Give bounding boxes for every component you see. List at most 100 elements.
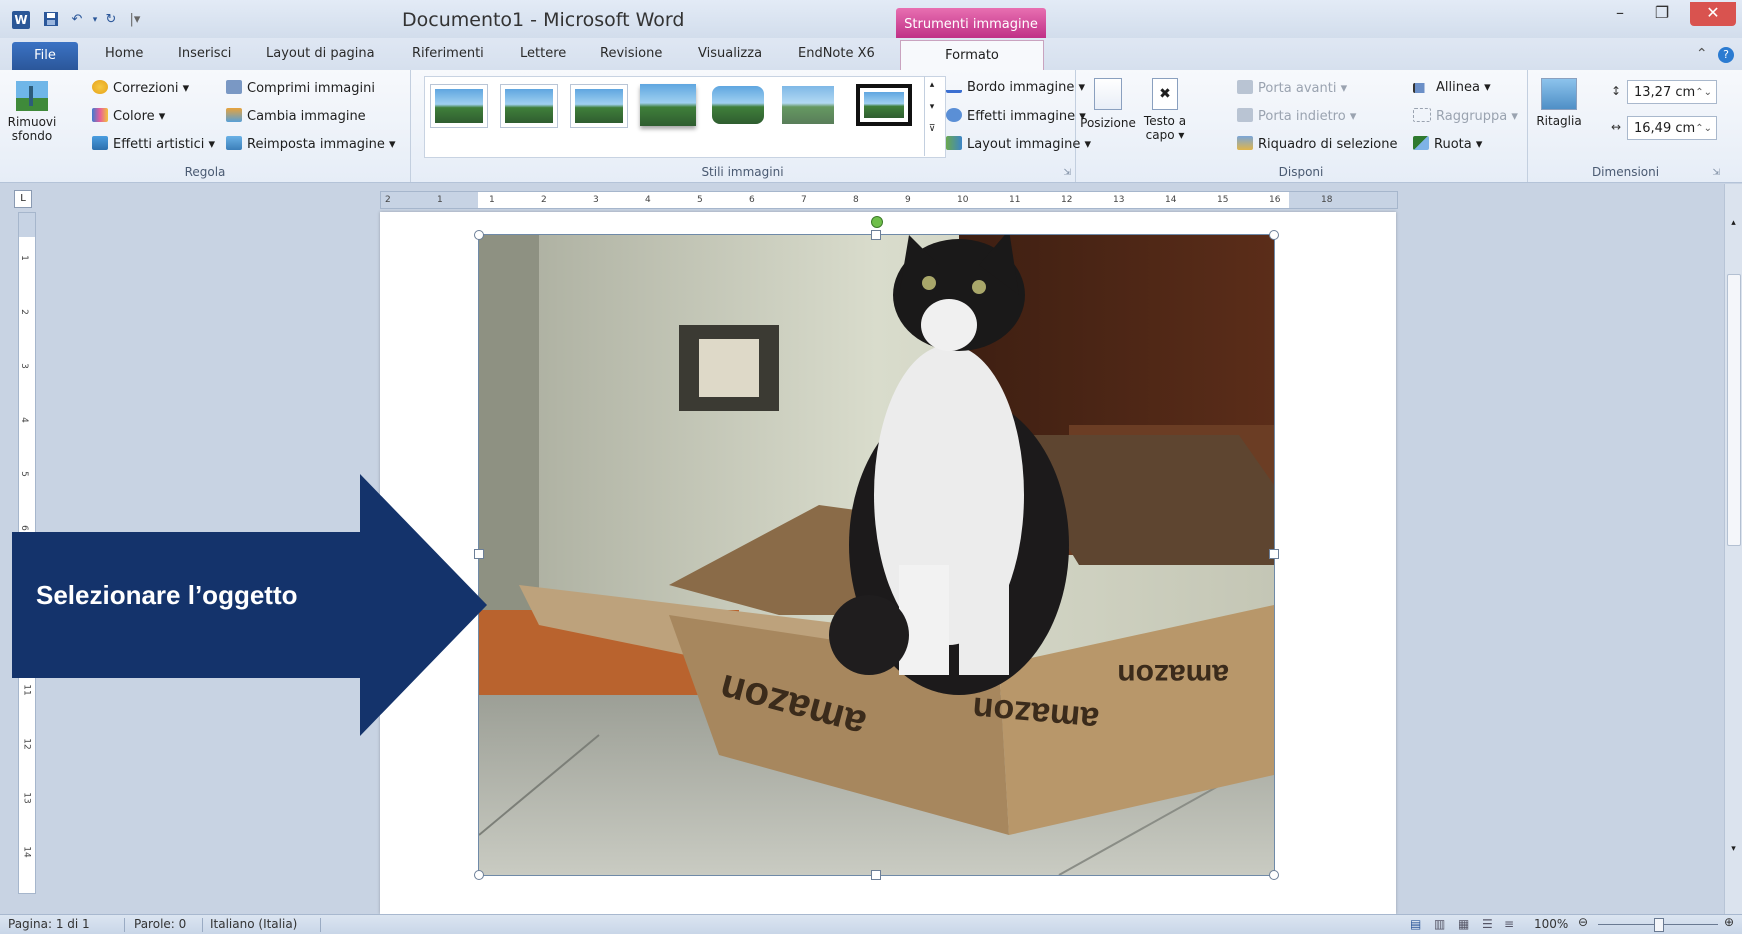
picture-style-1[interactable] bbox=[430, 84, 488, 128]
scrollbar-thumb[interactable] bbox=[1727, 274, 1741, 546]
word-app-icon[interactable]: W bbox=[12, 11, 30, 29]
ruler-tick-label: 2 bbox=[385, 195, 391, 205]
height-spin-icon[interactable]: ⌃⌄ bbox=[1695, 81, 1712, 105]
scroll-down-icon[interactable]: ▾ bbox=[1725, 844, 1742, 854]
picture-style-6[interactable] bbox=[780, 84, 836, 126]
page-count[interactable]: Pagina: 1 di 1 bbox=[8, 917, 90, 931]
tab-home[interactable]: Home bbox=[105, 46, 143, 61]
posizione-button[interactable]: Posizione bbox=[1079, 78, 1137, 130]
width-spin-icon[interactable]: ⌃⌄ bbox=[1695, 117, 1712, 141]
gallery-up-icon[interactable]: ▴ bbox=[925, 80, 939, 90]
porta-indietro-button[interactable]: Porta indietro ▾ bbox=[1237, 108, 1356, 124]
group-label-regola: Regola bbox=[184, 165, 226, 179]
ritaglia-label: Ritaglia bbox=[1536, 114, 1582, 128]
ruota-button[interactable]: Ruota ▾ bbox=[1413, 136, 1482, 152]
group-label-dimensioni: Dimensioni bbox=[1591, 165, 1660, 179]
print-layout-icon[interactable]: ▤ bbox=[1410, 917, 1421, 931]
restore-button[interactable]: ❐ bbox=[1642, 2, 1682, 26]
minimize-ribbon-icon[interactable]: ⌃ bbox=[1696, 46, 1708, 62]
layout-immagine-button[interactable]: Layout immagine ▾ bbox=[946, 136, 1091, 152]
scroll-up-icon[interactable]: ▴ bbox=[1725, 218, 1742, 228]
rotate-icon bbox=[1413, 136, 1429, 150]
tab-formato[interactable]: Formato bbox=[900, 40, 1044, 71]
height-spinner[interactable]: 13,27 cm ⌃⌄ bbox=[1627, 80, 1717, 104]
ritaglia-button[interactable]: Ritaglia bbox=[1533, 78, 1585, 128]
send-backward-icon bbox=[1237, 108, 1253, 122]
save-icon[interactable] bbox=[42, 11, 60, 29]
context-tab-header: Strumenti immagine bbox=[896, 8, 1046, 38]
remove-background-button[interactable]: Rimuovi sfondo bbox=[6, 80, 58, 160]
comprimi-immagini-button[interactable]: Comprimi immagini bbox=[226, 80, 375, 96]
width-spinner[interactable]: 16,49 cm ⌃⌄ bbox=[1627, 116, 1717, 140]
rotate-handle[interactable] bbox=[871, 216, 883, 228]
horizontal-ruler[interactable]: 2 1 1 2 3 4 5 6 7 8 9 10 11 12 13 14 15 16 18 bbox=[380, 191, 1398, 209]
testo-a-capo-button[interactable]: ✖ Testo a capo ▾ bbox=[1139, 78, 1191, 142]
picture-style-2[interactable] bbox=[500, 84, 558, 128]
riquadro-selezione-button[interactable]: Riquadro di selezione bbox=[1237, 136, 1398, 152]
tab-visualizza[interactable]: Visualizza bbox=[698, 46, 762, 61]
picture-style-5[interactable] bbox=[710, 84, 766, 126]
resize-handle-se[interactable] bbox=[1269, 870, 1279, 880]
undo-icon[interactable]: ↶ bbox=[68, 11, 86, 29]
resize-handle-sw[interactable] bbox=[474, 870, 484, 880]
colore-button[interactable]: Colore ▾ bbox=[92, 108, 165, 124]
raggruppa-label: Raggruppa ▾ bbox=[1436, 109, 1518, 124]
resize-handle-nw[interactable] bbox=[474, 230, 484, 240]
language[interactable]: Italiano (Italia) bbox=[210, 917, 297, 931]
ruler-tick-label: 8 bbox=[853, 195, 859, 205]
tab-lettere[interactable]: Lettere bbox=[520, 46, 566, 61]
minimize-button[interactable]: – bbox=[1600, 2, 1640, 26]
word-count[interactable]: Parole: 0 bbox=[134, 917, 186, 931]
group-regola: Rimuovi sfondo Correzioni ▾ Colore ▾ Eff… bbox=[0, 70, 411, 182]
gallery-more-icon[interactable]: ⊽ bbox=[925, 124, 939, 134]
effetti-artistici-button[interactable]: Effetti artistici ▾ bbox=[92, 136, 215, 152]
outline-icon[interactable]: ☰ bbox=[1482, 917, 1493, 931]
gallery-scroller[interactable]: ▴ ▾ ⊽ bbox=[924, 76, 939, 156]
resize-handle-e[interactable] bbox=[1269, 549, 1279, 559]
vruler-top-margin bbox=[19, 213, 35, 237]
picture-style-7[interactable] bbox=[856, 84, 912, 126]
tab-selector[interactable]: L bbox=[14, 190, 32, 208]
comprimi-label: Comprimi immagini bbox=[247, 81, 375, 96]
reimposta-immagine-button[interactable]: Reimposta immagine ▾ bbox=[226, 136, 396, 152]
web-layout-icon[interactable]: ▦ bbox=[1458, 917, 1469, 931]
picture-effects-icon bbox=[946, 108, 962, 122]
selected-picture[interactable]: amazon amazon amazon bbox=[478, 234, 1275, 876]
allinea-button[interactable]: Allinea ▾ bbox=[1413, 80, 1491, 95]
porta-avanti-button[interactable]: Porta avanti ▾ bbox=[1237, 80, 1347, 96]
raggruppa-button[interactable]: Raggruppa ▾ bbox=[1413, 108, 1518, 124]
picture-style-3[interactable] bbox=[570, 84, 628, 128]
ruler-tick-label: 15 bbox=[1217, 195, 1229, 205]
tab-riferimenti[interactable]: Riferimenti bbox=[412, 46, 484, 61]
picture-style-4[interactable] bbox=[640, 84, 696, 126]
resize-handle-ne[interactable] bbox=[1269, 230, 1279, 240]
cambia-immagine-button[interactable]: Cambia immagine bbox=[226, 108, 366, 124]
zoom-level[interactable]: 100% bbox=[1534, 917, 1568, 931]
redo-icon[interactable]: ↻ bbox=[102, 11, 120, 29]
full-screen-reading-icon[interactable]: ▥ bbox=[1434, 917, 1445, 931]
zoom-slider-thumb[interactable] bbox=[1654, 918, 1664, 932]
resize-handle-n[interactable] bbox=[871, 230, 881, 240]
tab-layout-di-pagina[interactable]: Layout di pagina bbox=[266, 46, 375, 61]
effetti-immagine-button[interactable]: Effetti immagine ▾ bbox=[946, 108, 1086, 124]
ruler-tick-label: 4 bbox=[18, 417, 29, 423]
help-icon[interactable]: ? bbox=[1718, 47, 1734, 63]
bordo-immagine-button[interactable]: Bordo immagine ▾ bbox=[946, 80, 1085, 95]
dimensioni-dialog-launcher-icon[interactable]: ⇲ bbox=[1712, 168, 1720, 178]
tab-file[interactable]: File bbox=[12, 42, 78, 70]
tab-inserisci[interactable]: Inserisci bbox=[178, 46, 231, 61]
tab-endnote[interactable]: EndNote X6 bbox=[798, 46, 875, 61]
stili-dialog-launcher-icon[interactable]: ⇲ bbox=[1063, 168, 1071, 178]
correzioni-button[interactable]: Correzioni ▾ bbox=[92, 80, 189, 96]
colore-label: Colore ▾ bbox=[113, 109, 166, 124]
zoom-in-icon[interactable]: ⊕ bbox=[1724, 915, 1734, 929]
group-stili-immagini: ▴ ▾ ⊽ Bordo immagine ▾ Effetti immagine … bbox=[410, 70, 1091, 182]
vertical-scrollbar[interactable]: ▴ ▾ bbox=[1724, 184, 1742, 914]
customize-qat-icon[interactable]: |▾ bbox=[126, 11, 144, 29]
zoom-out-icon[interactable]: ⊖ bbox=[1578, 915, 1588, 929]
resize-handle-s[interactable] bbox=[871, 870, 881, 880]
gallery-down-icon[interactable]: ▾ bbox=[925, 102, 939, 112]
close-button[interactable]: ✕ bbox=[1690, 2, 1736, 26]
draft-icon[interactable]: ≡ bbox=[1504, 917, 1514, 931]
tab-revisione[interactable]: Revisione bbox=[600, 46, 662, 61]
